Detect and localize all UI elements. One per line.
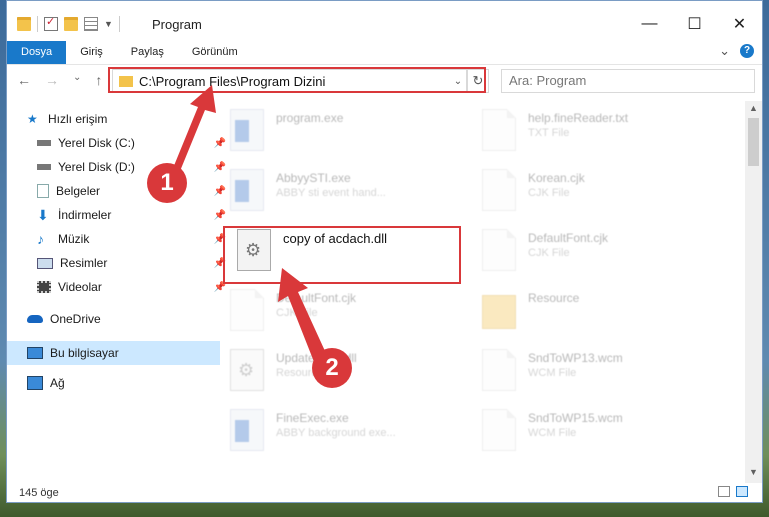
step-1-badge: 1 (147, 163, 187, 203)
step-2-badge: 2 (312, 348, 352, 388)
annotation-arrows (163, 85, 330, 372)
